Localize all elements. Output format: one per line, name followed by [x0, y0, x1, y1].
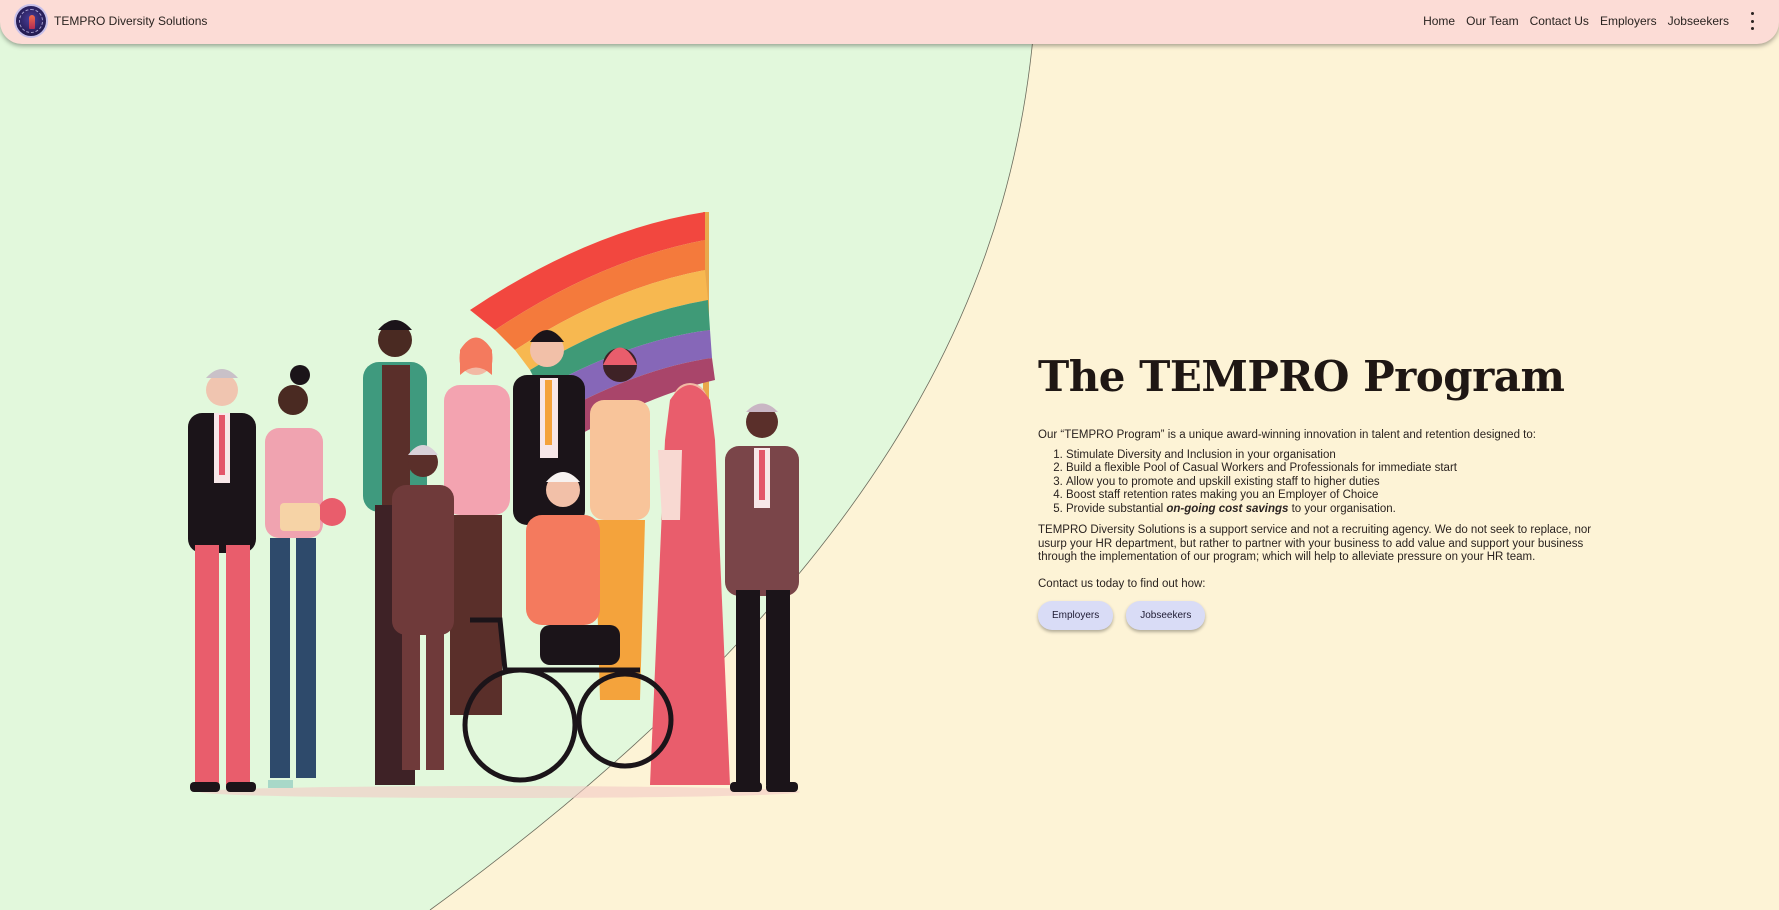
- about-paragraph: TEMPRO Diversity Solutions is a support …: [1038, 524, 1592, 563]
- nav-contact-us[interactable]: Contact Us: [1530, 14, 1589, 28]
- benefits-list: Stimulate Diversity and Inclusion in you…: [1038, 449, 1618, 517]
- site-title[interactable]: TEMPRO Diversity Solutions: [54, 14, 207, 28]
- nav-our-team[interactable]: Our Team: [1466, 14, 1518, 28]
- list-item: Allow you to promote and upskill existin…: [1066, 476, 1618, 490]
- employers-button[interactable]: Employers: [1038, 601, 1114, 630]
- jobseekers-button[interactable]: Jobseekers: [1126, 601, 1206, 630]
- list-item: Stimulate Diversity and Inclusion in you…: [1066, 449, 1618, 463]
- cost-savings-emphasis: on-going cost savings: [1166, 502, 1289, 515]
- contact-prompt: Contact us today to find out how:: [1038, 577, 1206, 590]
- cta-buttons: Employers Jobseekers: [1038, 601, 1618, 630]
- list-item: Provide substantial on-going cost saving…: [1066, 503, 1618, 517]
- main-nav: Home Our Team Contact Us Employers Jobse…: [1412, 14, 1729, 28]
- top-app-bar: TEMPRO Diversity Solutions Home Our Team…: [0, 0, 1779, 44]
- nav-jobseekers[interactable]: Jobseekers: [1668, 14, 1729, 28]
- tempro-logo-icon[interactable]: [14, 4, 48, 38]
- more-vert-icon[interactable]: [1747, 12, 1757, 30]
- benefit-suffix: to your organisation.: [1288, 502, 1396, 515]
- nav-employers[interactable]: Employers: [1600, 14, 1657, 28]
- benefit-prefix: Provide substantial: [1066, 502, 1167, 515]
- diverse-people-illustration: [188, 212, 800, 798]
- list-item: Boost staff retention rates making you a…: [1066, 489, 1618, 503]
- page-title: The TEMPRO Program: [1038, 352, 1565, 401]
- intro-text: Our “TEMPRO Program” is a unique award-w…: [1038, 429, 1536, 441]
- program-section: The TEMPRO Program Our “TEMPRO Program” …: [1038, 352, 1618, 630]
- list-item: Build a flexible Pool of Casual Workers …: [1066, 462, 1618, 476]
- nav-home[interactable]: Home: [1423, 14, 1455, 28]
